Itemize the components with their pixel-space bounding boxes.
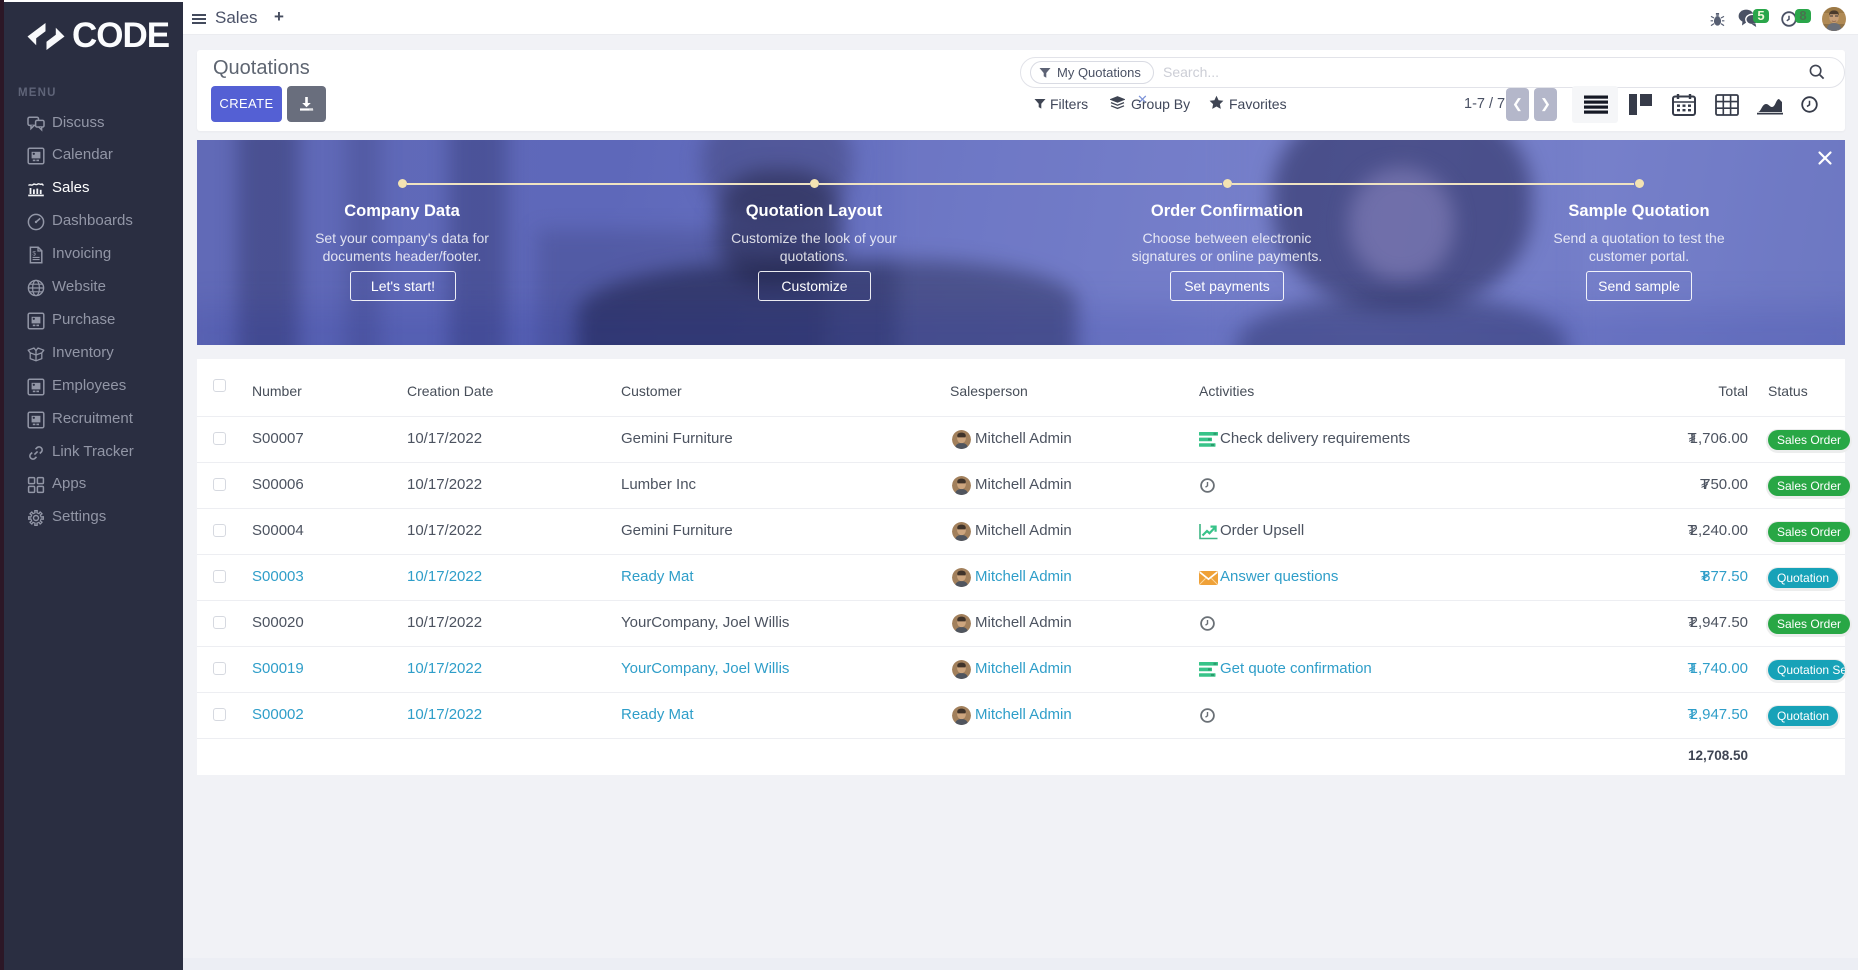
svg-text:$: $ (32, 250, 36, 257)
